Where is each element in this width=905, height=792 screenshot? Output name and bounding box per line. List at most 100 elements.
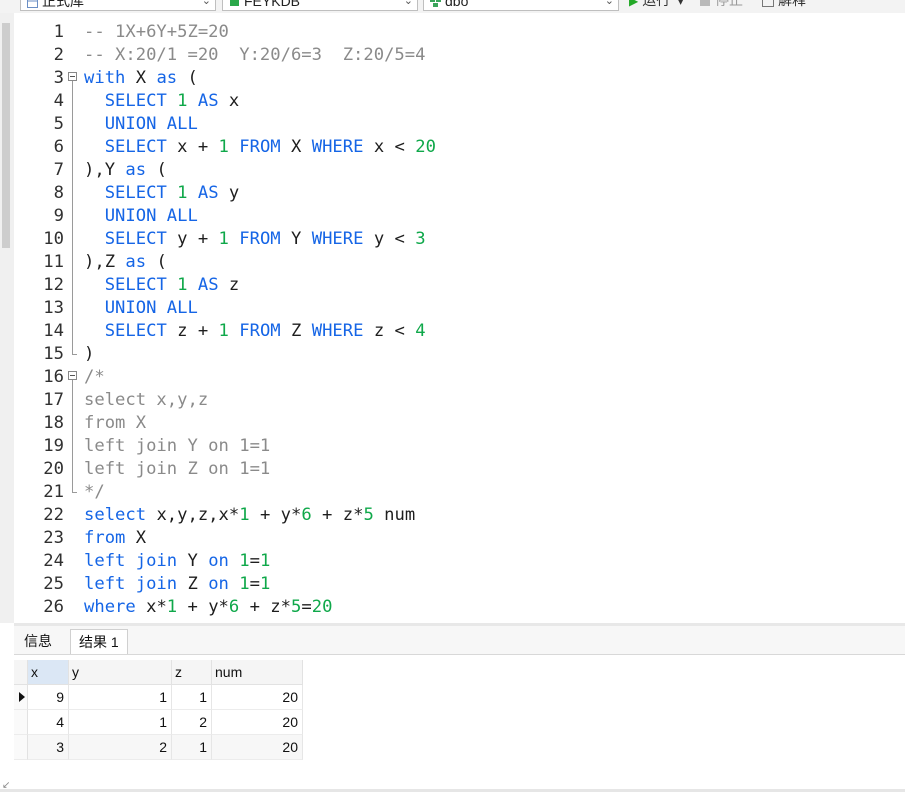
scrollbar-thumb[interactable] (2, 23, 10, 248)
sql-number: 1 (239, 551, 250, 571)
fold-line (67, 274, 79, 297)
row-indicator[interactable] (14, 735, 28, 760)
code-line[interactable]: 18 from X (14, 412, 905, 435)
sql-number: 6 (228, 597, 240, 617)
chevron-down-icon: ⌄ (403, 0, 413, 7)
sql-number: 1 (239, 505, 250, 525)
line-number: 11 (43, 252, 64, 272)
code-line[interactable]: 4 SELECT 1 AS x (14, 90, 905, 113)
result-cell[interactable]: 1 (69, 685, 172, 710)
result-cell[interactable]: 20 (212, 685, 303, 710)
result-cell[interactable]: 1 (172, 735, 212, 760)
code-line[interactable]: 10 SELECT y + 1 FROM Y WHERE y < 3 (14, 228, 905, 251)
sql-keyword: SELECT (104, 321, 167, 341)
sql-keyword: select (84, 505, 147, 525)
fold-gutter (67, 527, 79, 550)
code-line[interactable]: 6 SELECT x + 1 FROM X WHERE x < 20 (14, 136, 905, 159)
code-line[interactable]: 23 from X (14, 527, 905, 550)
code-text: from X (84, 412, 146, 435)
code-line[interactable]: 17 select x,y,z (14, 389, 905, 412)
code-line[interactable]: 26 where x*1 + y*6 + z*5=20 (14, 596, 905, 619)
code-line[interactable]: 3 with X as ( (14, 67, 905, 90)
fold-gutter (67, 504, 79, 527)
fold-toggle-icon[interactable] (67, 67, 79, 90)
database-combo[interactable]: 正式库 ⌄ (20, 0, 216, 11)
code-line[interactable]: 19 left join Y on 1=1 (14, 435, 905, 458)
code-line[interactable]: 24 left join Y on 1=1 (14, 550, 905, 573)
schema-combo[interactable]: FEYKDB ⌄ (222, 0, 418, 11)
column-header-z[interactable]: z (172, 660, 212, 685)
result-cell[interactable]: 2 (172, 710, 212, 735)
result-cell[interactable]: 1 (172, 685, 212, 710)
sql-keyword: as (125, 160, 147, 180)
result-cell[interactable]: 1 (69, 710, 172, 735)
row-indicator[interactable] (14, 710, 28, 735)
code-line[interactable]: 16 /* (14, 366, 905, 389)
code-line[interactable]: 21 */ (14, 481, 905, 504)
code-text: UNION ALL (84, 205, 198, 228)
fold-gutter (67, 550, 79, 573)
code-line[interactable]: 14 SELECT z + 1 FROM Z WHERE z < 4 (14, 320, 905, 343)
run-button[interactable]: ▶ 运行 ▾ (629, 0, 683, 11)
tab-result-1[interactable]: 结果 1 (70, 629, 128, 654)
code-line[interactable]: 13 UNION ALL (14, 297, 905, 320)
left-scrollbar[interactable] (0, 13, 14, 623)
sql-keyword: on (208, 551, 229, 571)
code-line[interactable]: 15) (14, 343, 905, 366)
code-line[interactable]: 2 -- X:20/1 =20 Y:20/6=3 Z:20/5=4 (14, 44, 905, 67)
column-header-y[interactable]: y (69, 660, 172, 685)
row-indicator[interactable] (14, 685, 28, 710)
owner-combo-value: dbo (445, 0, 469, 9)
fold-toggle-icon[interactable] (67, 366, 79, 389)
tab-info[interactable]: 信息 (16, 629, 60, 653)
stop-label: 停止 (715, 0, 743, 8)
column-header-num[interactable]: num (212, 660, 303, 685)
code-line[interactable]: 9 UNION ALL (14, 205, 905, 228)
sql-editor[interactable]: 1 -- 1X+6Y+5Z=20 2 -- X:20/1 =20 Y:20/6=3 Z… (14, 13, 905, 623)
result-cell[interactable]: 20 (212, 735, 303, 760)
code-line[interactable]: 12 SELECT 1 AS z (14, 274, 905, 297)
fold-line (67, 251, 79, 274)
dropdown-arrow-icon[interactable]: ▾ (678, 0, 683, 8)
code-text: UNION ALL (84, 297, 198, 320)
sql-keyword: SELECT (104, 183, 167, 203)
explain-button[interactable]: 解释 (762, 0, 806, 11)
result-cell[interactable]: 20 (212, 710, 303, 735)
code-line[interactable]: 22 select x,y,z,x*1 + y*6 + z*5 num (14, 504, 905, 527)
fold-end-marker (67, 343, 79, 366)
result-cell[interactable]: 2 (69, 735, 172, 760)
code-line[interactable]: 20 left join Z on 1=1 (14, 458, 905, 481)
explain-icon (762, 0, 774, 8)
fold-line (67, 228, 79, 251)
code-line[interactable]: 5 UNION ALL (14, 113, 905, 136)
code-line[interactable]: 1 -- 1X+6Y+5Z=20 (14, 21, 905, 44)
sql-text: + z* (239, 597, 292, 617)
sql-keyword: FROM (239, 229, 281, 249)
schema-icon (430, 0, 441, 7)
sql-number: 1 (239, 574, 250, 594)
sql-number: 6 (301, 505, 312, 525)
result-cell[interactable]: 9 (28, 685, 69, 710)
stop-button[interactable]: 停止 (700, 0, 743, 11)
owner-combo[interactable]: dbo ⌄ (423, 0, 619, 11)
sql-text: y (218, 183, 240, 203)
sql-keyword: UNION ALL (104, 114, 198, 134)
column-header-x[interactable]: x (28, 660, 69, 685)
fold-line (67, 389, 79, 412)
line-number: 15 (43, 344, 64, 364)
code-line[interactable]: 11),Z as ( (14, 251, 905, 274)
result-cell[interactable]: 4 (28, 710, 69, 735)
result-cell[interactable]: 3 (28, 735, 69, 760)
code-line[interactable]: 7),Y as ( (14, 159, 905, 182)
code-line[interactable]: 8 SELECT 1 AS y (14, 182, 905, 205)
sql-text: x* (135, 597, 167, 617)
code-line[interactable]: 25 left join Z on 1=1 (14, 573, 905, 596)
resize-grip-icon[interactable]: ↙ (2, 780, 10, 791)
code-text: SELECT 1 AS y (84, 182, 240, 205)
